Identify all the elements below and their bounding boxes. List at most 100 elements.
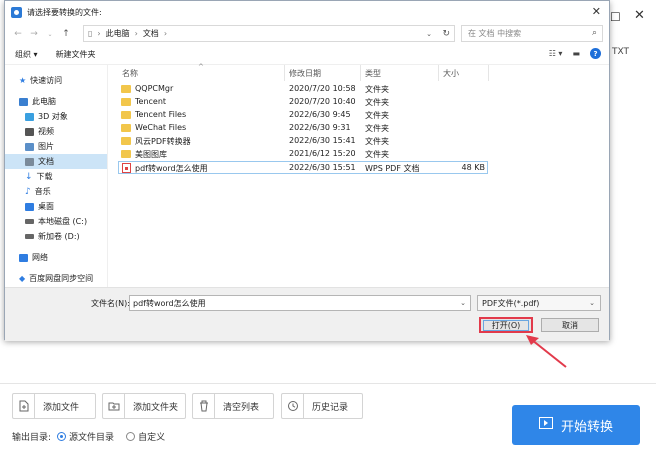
address-dropdown-icon[interactable]: ⌄	[426, 30, 432, 38]
partial-label-txt: TXT	[612, 47, 630, 57]
file-name: WeChat Files	[135, 123, 187, 132]
clear-list-label: 清空列表	[223, 402, 260, 413]
file-type: WPS PDF 文档	[365, 164, 420, 173]
sidebar-item-local-disk-c[interactable]: 本地磁盘 (C:)	[5, 214, 107, 229]
radio-source-dir[interactable]: 源文件目录	[57, 430, 114, 443]
breadcrumb-separator-icon: ›	[134, 29, 138, 38]
file-row[interactable]: QQPCMgr 2020/7/20 10:58 文件夹	[118, 83, 488, 96]
sidebar-item-new-volume-d[interactable]: 新加卷 (D:)	[5, 229, 107, 244]
sidebar-item-label: 文档	[38, 157, 54, 166]
file-row[interactable]: 风云PDF转换器 2022/6/30 15:41 文件夹	[118, 135, 488, 148]
radio-custom-dir[interactable]: 自定义	[126, 430, 165, 443]
filename-dropdown-icon[interactable]: ⌄	[460, 299, 466, 307]
column-separator[interactable]	[438, 65, 439, 81]
navigation-pane: ★ 快速访问 此电脑 3D 对象 视频 图片 文档 ↓ 下载 ♪ 音乐 桌面 本…	[5, 65, 108, 287]
view-controls: ☷ ▾ ▬ ?	[549, 48, 601, 59]
add-file-button[interactable]: 添加文件	[12, 393, 96, 419]
filename-input[interactable]: pdf转word怎么使用 ⌄	[129, 295, 471, 311]
up-icon[interactable]: ↑	[59, 29, 73, 39]
open-file-dialog: 请选择要转换的文件: ✕ ← → ⌄ ↑ ▯ › 此电脑 › 文档 › ⌄ ↻ …	[4, 0, 610, 341]
sidebar-item-label: 图片	[38, 142, 54, 151]
search-placeholder: 在 文档 中搜索	[468, 29, 522, 38]
search-icon[interactable]: ⌕	[592, 28, 597, 38]
start-convert-button[interactable]: 开始转换	[512, 405, 640, 445]
column-date[interactable]: 修改日期	[289, 68, 321, 79]
dialog-title: 请选择要转换的文件:	[27, 7, 102, 17]
file-row[interactable]: 美图图库 2021/6/12 15:20 文件夹	[118, 148, 488, 161]
sidebar-item-music[interactable]: ♪ 音乐	[5, 184, 107, 199]
column-separator[interactable]	[284, 65, 285, 81]
view-options-icon[interactable]: ☷ ▾	[549, 49, 563, 58]
dialog-titlebar: 请选择要转换的文件: ✕	[5, 1, 609, 23]
file-row[interactable]: Tencent Files 2022/6/30 9:45 文件夹	[118, 109, 488, 122]
sidebar-item-videos[interactable]: 视频	[5, 124, 107, 139]
sidebar-item-label: 3D 对象	[38, 112, 68, 121]
filename-value: pdf转word怎么使用	[133, 298, 206, 308]
sidebar-item-network[interactable]: 网络	[5, 250, 107, 265]
preview-pane-icon[interactable]: ▬	[572, 49, 580, 58]
minimize-icon[interactable]: ☐	[610, 10, 621, 24]
document-icon	[25, 157, 34, 166]
organize-menu[interactable]: 组织 ▾	[15, 49, 38, 60]
annotation-arrow-icon	[526, 335, 567, 368]
file-date: 2021/6/12 15:20	[289, 149, 356, 158]
column-name[interactable]: 名称	[122, 68, 138, 79]
sidebar-item-documents[interactable]: 文档	[5, 154, 107, 169]
filetype-select[interactable]: PDF文件(*.pdf) ⌄	[477, 295, 601, 311]
sidebar-item-desktop[interactable]: 桌面	[5, 199, 107, 214]
close-icon[interactable]: ✕	[634, 8, 645, 23]
file-name: QQPCMgr	[135, 84, 174, 93]
sidebar-item-pictures[interactable]: 图片	[5, 139, 107, 154]
file-date: 2020/7/20 10:58	[289, 84, 356, 93]
open-button-label: 打开(O)	[483, 319, 529, 331]
file-name: Tencent Files	[135, 110, 187, 119]
radio-source-dir-label: 源文件目录	[69, 433, 115, 443]
address-bar[interactable]: ▯ › 此电脑 › 文档 › ⌄ ↻	[83, 25, 455, 42]
radio-unselected-icon[interactable]	[126, 432, 136, 441]
dialog-close-icon[interactable]: ✕	[592, 5, 601, 18]
sidebar-item-label: 新加卷 (D:)	[38, 232, 80, 241]
sidebar-item-this-pc[interactable]: 此电脑	[5, 94, 107, 109]
search-input[interactable]: 在 文档 中搜索 ⌕	[461, 25, 603, 42]
help-icon[interactable]: ?	[590, 48, 601, 59]
cube-icon	[25, 112, 34, 121]
back-icon[interactable]: ←	[11, 29, 25, 39]
sidebar-item-label: 此电脑	[32, 97, 56, 106]
clear-list-button[interactable]: 清空列表	[192, 393, 274, 419]
refresh-icon[interactable]: ↻	[442, 29, 450, 39]
file-row-selected[interactable]: pdf转word怎么使用 2022/6/30 15:51 WPS PDF 文档 …	[118, 161, 488, 174]
breadcrumb-separator-icon: ›	[97, 29, 101, 38]
sidebar-item-3d-objects[interactable]: 3D 对象	[5, 109, 107, 124]
sidebar-item-label: 网络	[32, 253, 48, 262]
radio-custom-dir-label: 自定义	[138, 433, 166, 443]
breadcrumb-this-pc[interactable]: 此电脑	[106, 28, 130, 39]
dialog-toolbar: 组织 ▾ 新建文件夹 ☷ ▾ ▬ ?	[5, 45, 609, 65]
folder-icon	[121, 85, 131, 93]
sidebar-item-quick-access[interactable]: ★ 快速访问	[5, 73, 107, 88]
sidebar-item-label: 快速访问	[30, 76, 63, 85]
filetype-dropdown-icon[interactable]: ⌄	[589, 299, 595, 307]
column-type[interactable]: 类型	[365, 68, 381, 79]
recent-dropdown-icon[interactable]: ⌄	[43, 31, 57, 38]
column-separator[interactable]	[488, 65, 489, 81]
folder-icon	[121, 98, 131, 106]
file-row[interactable]: WeChat Files 2022/6/30 9:31 文件夹	[118, 122, 488, 135]
sidebar-item-downloads[interactable]: ↓ 下载	[5, 169, 107, 184]
radio-selected-icon[interactable]	[57, 432, 67, 441]
history-button[interactable]: 历史记录	[281, 393, 363, 419]
file-row[interactable]: Tencent 2020/7/20 10:40 文件夹	[118, 96, 488, 109]
sidebar-item-baidu-sync[interactable]: ◆ 百度网盘同步空间	[5, 271, 107, 286]
file-date: 2022/6/30 9:45	[289, 110, 351, 119]
column-separator[interactable]	[360, 65, 361, 81]
new-folder-button[interactable]: 新建文件夹	[56, 49, 96, 60]
trash-icon	[193, 394, 215, 418]
breadcrumb-documents[interactable]: 文档	[143, 28, 159, 39]
file-type: 文件夹	[365, 85, 389, 94]
add-folder-button[interactable]: 添加文件夹	[102, 393, 186, 419]
column-size[interactable]: 大小	[443, 68, 459, 79]
column-headers: ^ 名称 修改日期 类型 大小	[108, 63, 609, 81]
sidebar-item-label: 下载	[36, 172, 53, 181]
forward-icon[interactable]: →	[27, 29, 41, 39]
file-date: 2022/6/30 15:51	[289, 163, 356, 172]
dialog-content: ★ 快速访问 此电脑 3D 对象 视频 图片 文档 ↓ 下载 ♪ 音乐 桌面 本…	[5, 63, 609, 287]
